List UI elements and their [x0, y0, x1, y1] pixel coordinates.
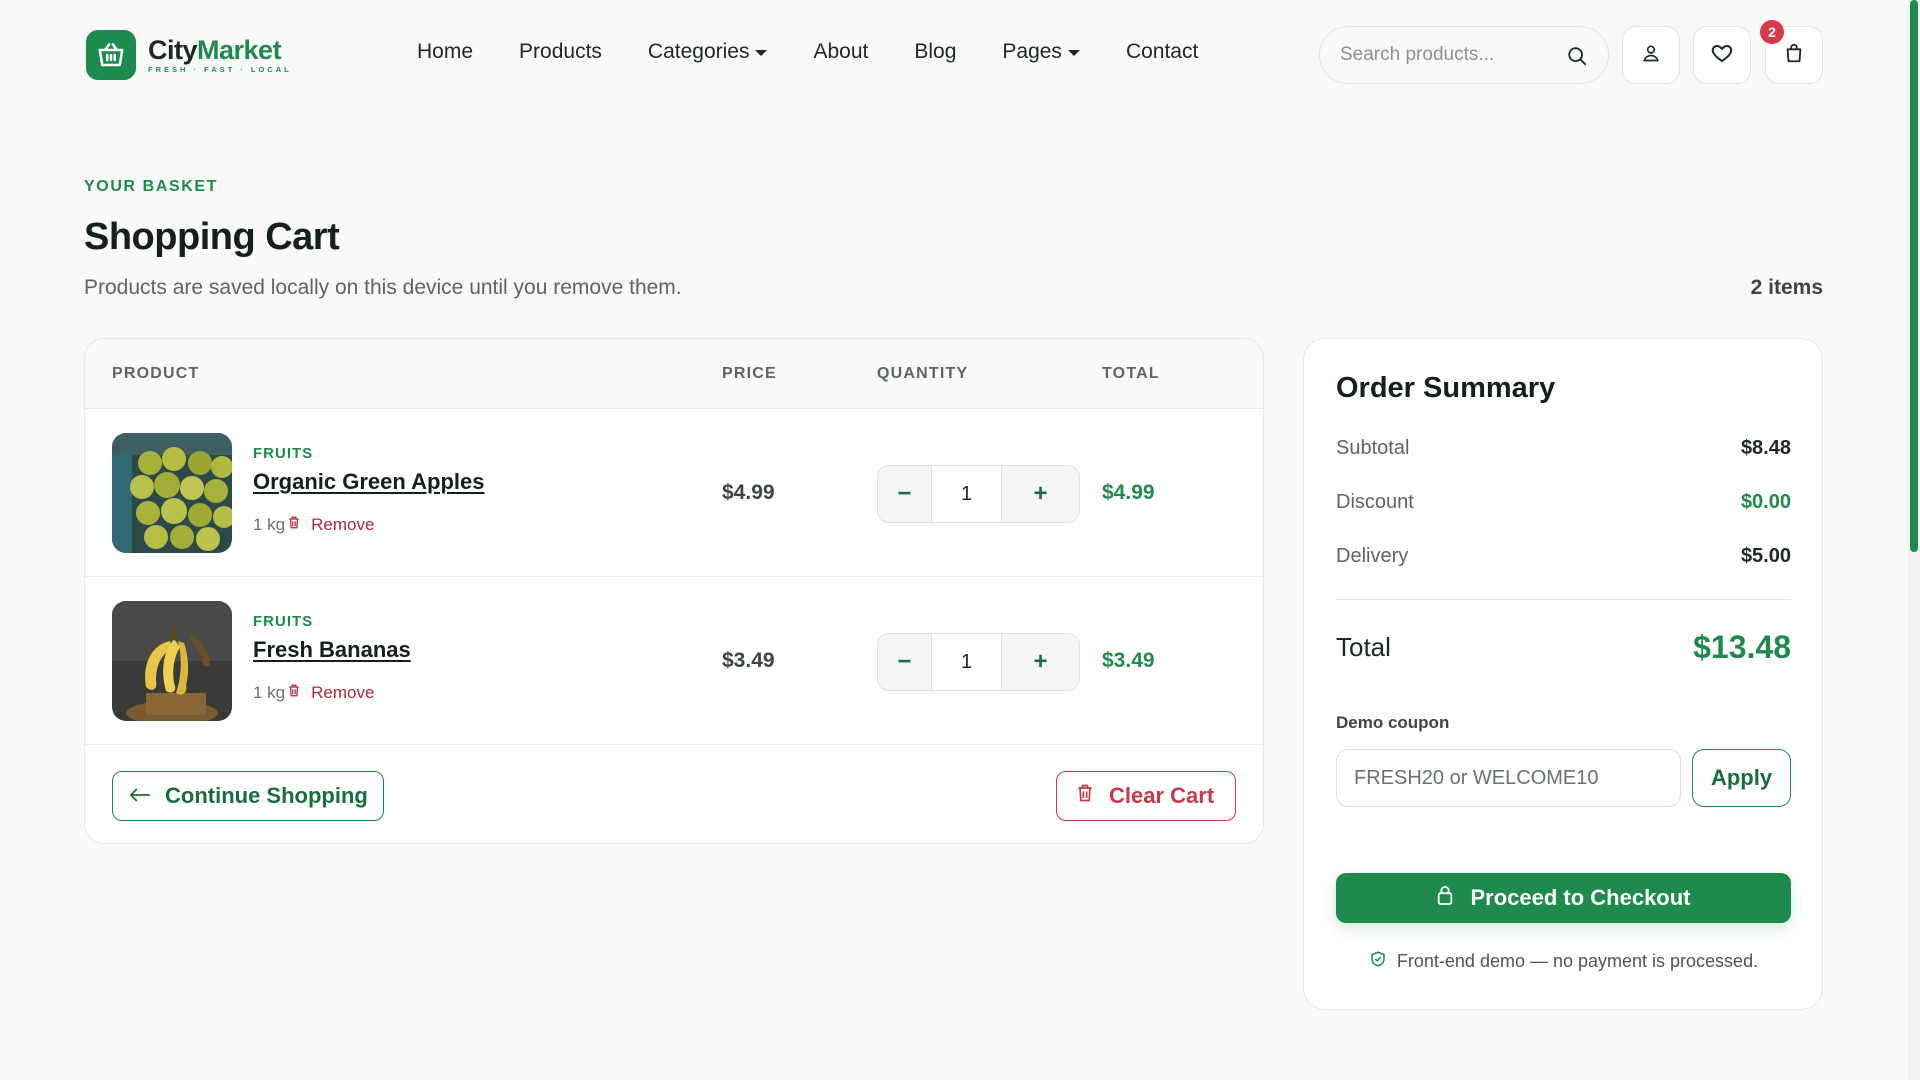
- arrow-left-icon: [129, 783, 151, 809]
- product-category: FRUITS: [253, 613, 314, 630]
- trash-icon: [287, 683, 301, 703]
- trash-icon: [1075, 782, 1095, 810]
- apply-coupon-button[interactable]: Apply: [1692, 749, 1791, 807]
- item-count: 2 items: [1750, 276, 1823, 299]
- product-unit: 1 kg: [253, 515, 286, 534]
- subtotal-value: $8.48: [1740, 437, 1791, 459]
- increment-button[interactable]: +: [1002, 466, 1079, 522]
- decrement-button[interactable]: −: [878, 466, 931, 522]
- bananas-image[interactable]: [112, 601, 232, 721]
- payment-note-text: Front-end demo — no payment is processed…: [1396, 951, 1759, 971]
- user-icon: [1641, 43, 1661, 68]
- line-total: $3.49: [1102, 649, 1155, 672]
- discount-value: $0.00: [1740, 491, 1791, 513]
- brand-tagline: FRESH · FAST · LOCAL: [148, 65, 292, 74]
- site-header: CityMarket FRESH · FAST · LOCAL Home Pro…: [0, 0, 1908, 110]
- page-title: Shopping Cart: [84, 216, 340, 258]
- cart-button[interactable]: 2: [1760, 20, 1823, 84]
- checkout-label: Proceed to Checkout: [1470, 885, 1691, 910]
- coupon-label: Demo coupon: [1336, 713, 1450, 732]
- lock-icon: [1436, 884, 1454, 912]
- heart-icon: [1710, 41, 1734, 70]
- nav-products[interactable]: Products: [519, 40, 602, 64]
- summary-divider: [1336, 599, 1791, 600]
- continue-shopping-label: Continue Shopping: [165, 783, 368, 808]
- nav-blog[interactable]: Blog: [914, 40, 956, 64]
- search-box: [1319, 26, 1609, 84]
- nav-home[interactable]: Home: [417, 40, 473, 64]
- line-total: $4.99: [1102, 481, 1155, 504]
- nav-contact[interactable]: Contact: [1126, 40, 1198, 64]
- nav-pages[interactable]: Pages: [1002, 40, 1080, 64]
- checkout-button[interactable]: Proceed to Checkout: [1336, 873, 1791, 923]
- account-button[interactable]: [1622, 26, 1680, 84]
- column-header-product: PRODUCT: [112, 365, 200, 382]
- unit-price: $3.49: [722, 649, 775, 672]
- total-row: Total $13.48: [1336, 629, 1791, 666]
- quantity-stepper: − 1 +: [877, 633, 1080, 691]
- quantity-stepper: − 1 +: [877, 465, 1080, 523]
- brand-logo[interactable]: CityMarket FRESH · FAST · LOCAL: [86, 30, 292, 80]
- total-label: Total: [1336, 632, 1391, 662]
- nav-categories[interactable]: Categories: [648, 40, 768, 64]
- wishlist-button[interactable]: [1693, 26, 1751, 84]
- column-header-price: PRICE: [722, 365, 777, 382]
- search-icon[interactable]: [1566, 45, 1588, 72]
- table-header: PRODUCT PRICE QUANTITY TOTAL: [85, 339, 1263, 409]
- table-row: FRUITS Fresh Bananas 1 kg Remove $3.49 −…: [85, 577, 1263, 745]
- remove-label: Remove: [311, 683, 375, 702]
- column-header-quantity: QUANTITY: [877, 365, 969, 382]
- coupon-input[interactable]: [1336, 749, 1681, 807]
- product-name-link[interactable]: Fresh Bananas: [253, 637, 411, 663]
- order-summary: Order Summary Subtotal $8.48 Discount $0…: [1303, 338, 1823, 1010]
- delivery-row: Delivery $5.00: [1336, 545, 1791, 568]
- quantity-value[interactable]: 1: [931, 634, 1002, 690]
- order-summary-title: Order Summary: [1336, 372, 1556, 404]
- caret-down-icon: [755, 50, 768, 56]
- clear-cart-label: Clear Cart: [1109, 783, 1215, 808]
- decrement-button[interactable]: −: [878, 634, 931, 690]
- delivery-value: $5.00: [1740, 545, 1791, 567]
- table-row: FRUITS Organic Green Apples 1 kg Remove …: [85, 409, 1263, 577]
- green-apples-image[interactable]: [112, 433, 232, 553]
- subtotal-label: Subtotal: [1336, 437, 1410, 459]
- cart-table: PRODUCT PRICE QUANTITY TOTAL FRUITS Orga…: [84, 338, 1264, 844]
- continue-shopping-button[interactable]: Continue Shopping: [112, 771, 384, 821]
- subtotal-row: Subtotal $8.48: [1336, 437, 1791, 460]
- discount-label: Discount: [1336, 491, 1414, 513]
- page-subtitle: Products are saved locally on this devic…: [84, 276, 682, 299]
- remove-button[interactable]: Remove: [287, 683, 374, 703]
- caret-down-icon: [1067, 50, 1080, 56]
- cart-count-badge: 2: [1760, 20, 1784, 44]
- quantity-value[interactable]: 1: [931, 466, 1002, 522]
- increment-button[interactable]: +: [1002, 634, 1079, 690]
- payment-note: Front-end demo — no payment is processed…: [1336, 949, 1791, 974]
- main-nav: Home Products Categories About Blog Page…: [417, 40, 1198, 64]
- shopping-bag-icon: [1783, 42, 1805, 69]
- remove-button[interactable]: Remove: [287, 515, 374, 535]
- product-name-link[interactable]: Organic Green Apples: [253, 469, 484, 495]
- remove-label: Remove: [311, 515, 375, 534]
- page-eyebrow: YOUR BASKET: [84, 178, 219, 195]
- clear-cart-button[interactable]: Clear Cart: [1056, 771, 1236, 821]
- column-header-total: TOTAL: [1102, 365, 1160, 382]
- search-input[interactable]: [1340, 44, 1550, 66]
- discount-row: Discount $0.00: [1336, 491, 1791, 514]
- product-unit: 1 kg: [253, 683, 286, 702]
- total-value: $13.48: [1693, 629, 1791, 665]
- basket-icon: [86, 30, 136, 80]
- page-scrollbar[interactable]: [1908, 0, 1920, 1080]
- trash-icon: [287, 515, 301, 535]
- product-category: FRUITS: [253, 445, 314, 462]
- scrollbar-thumb[interactable]: [1910, 0, 1918, 552]
- unit-price: $4.99: [722, 481, 775, 504]
- delivery-label: Delivery: [1336, 545, 1409, 567]
- shield-icon: [1369, 949, 1387, 974]
- nav-about[interactable]: About: [813, 40, 868, 64]
- brand-name: CityMarket: [148, 35, 282, 65]
